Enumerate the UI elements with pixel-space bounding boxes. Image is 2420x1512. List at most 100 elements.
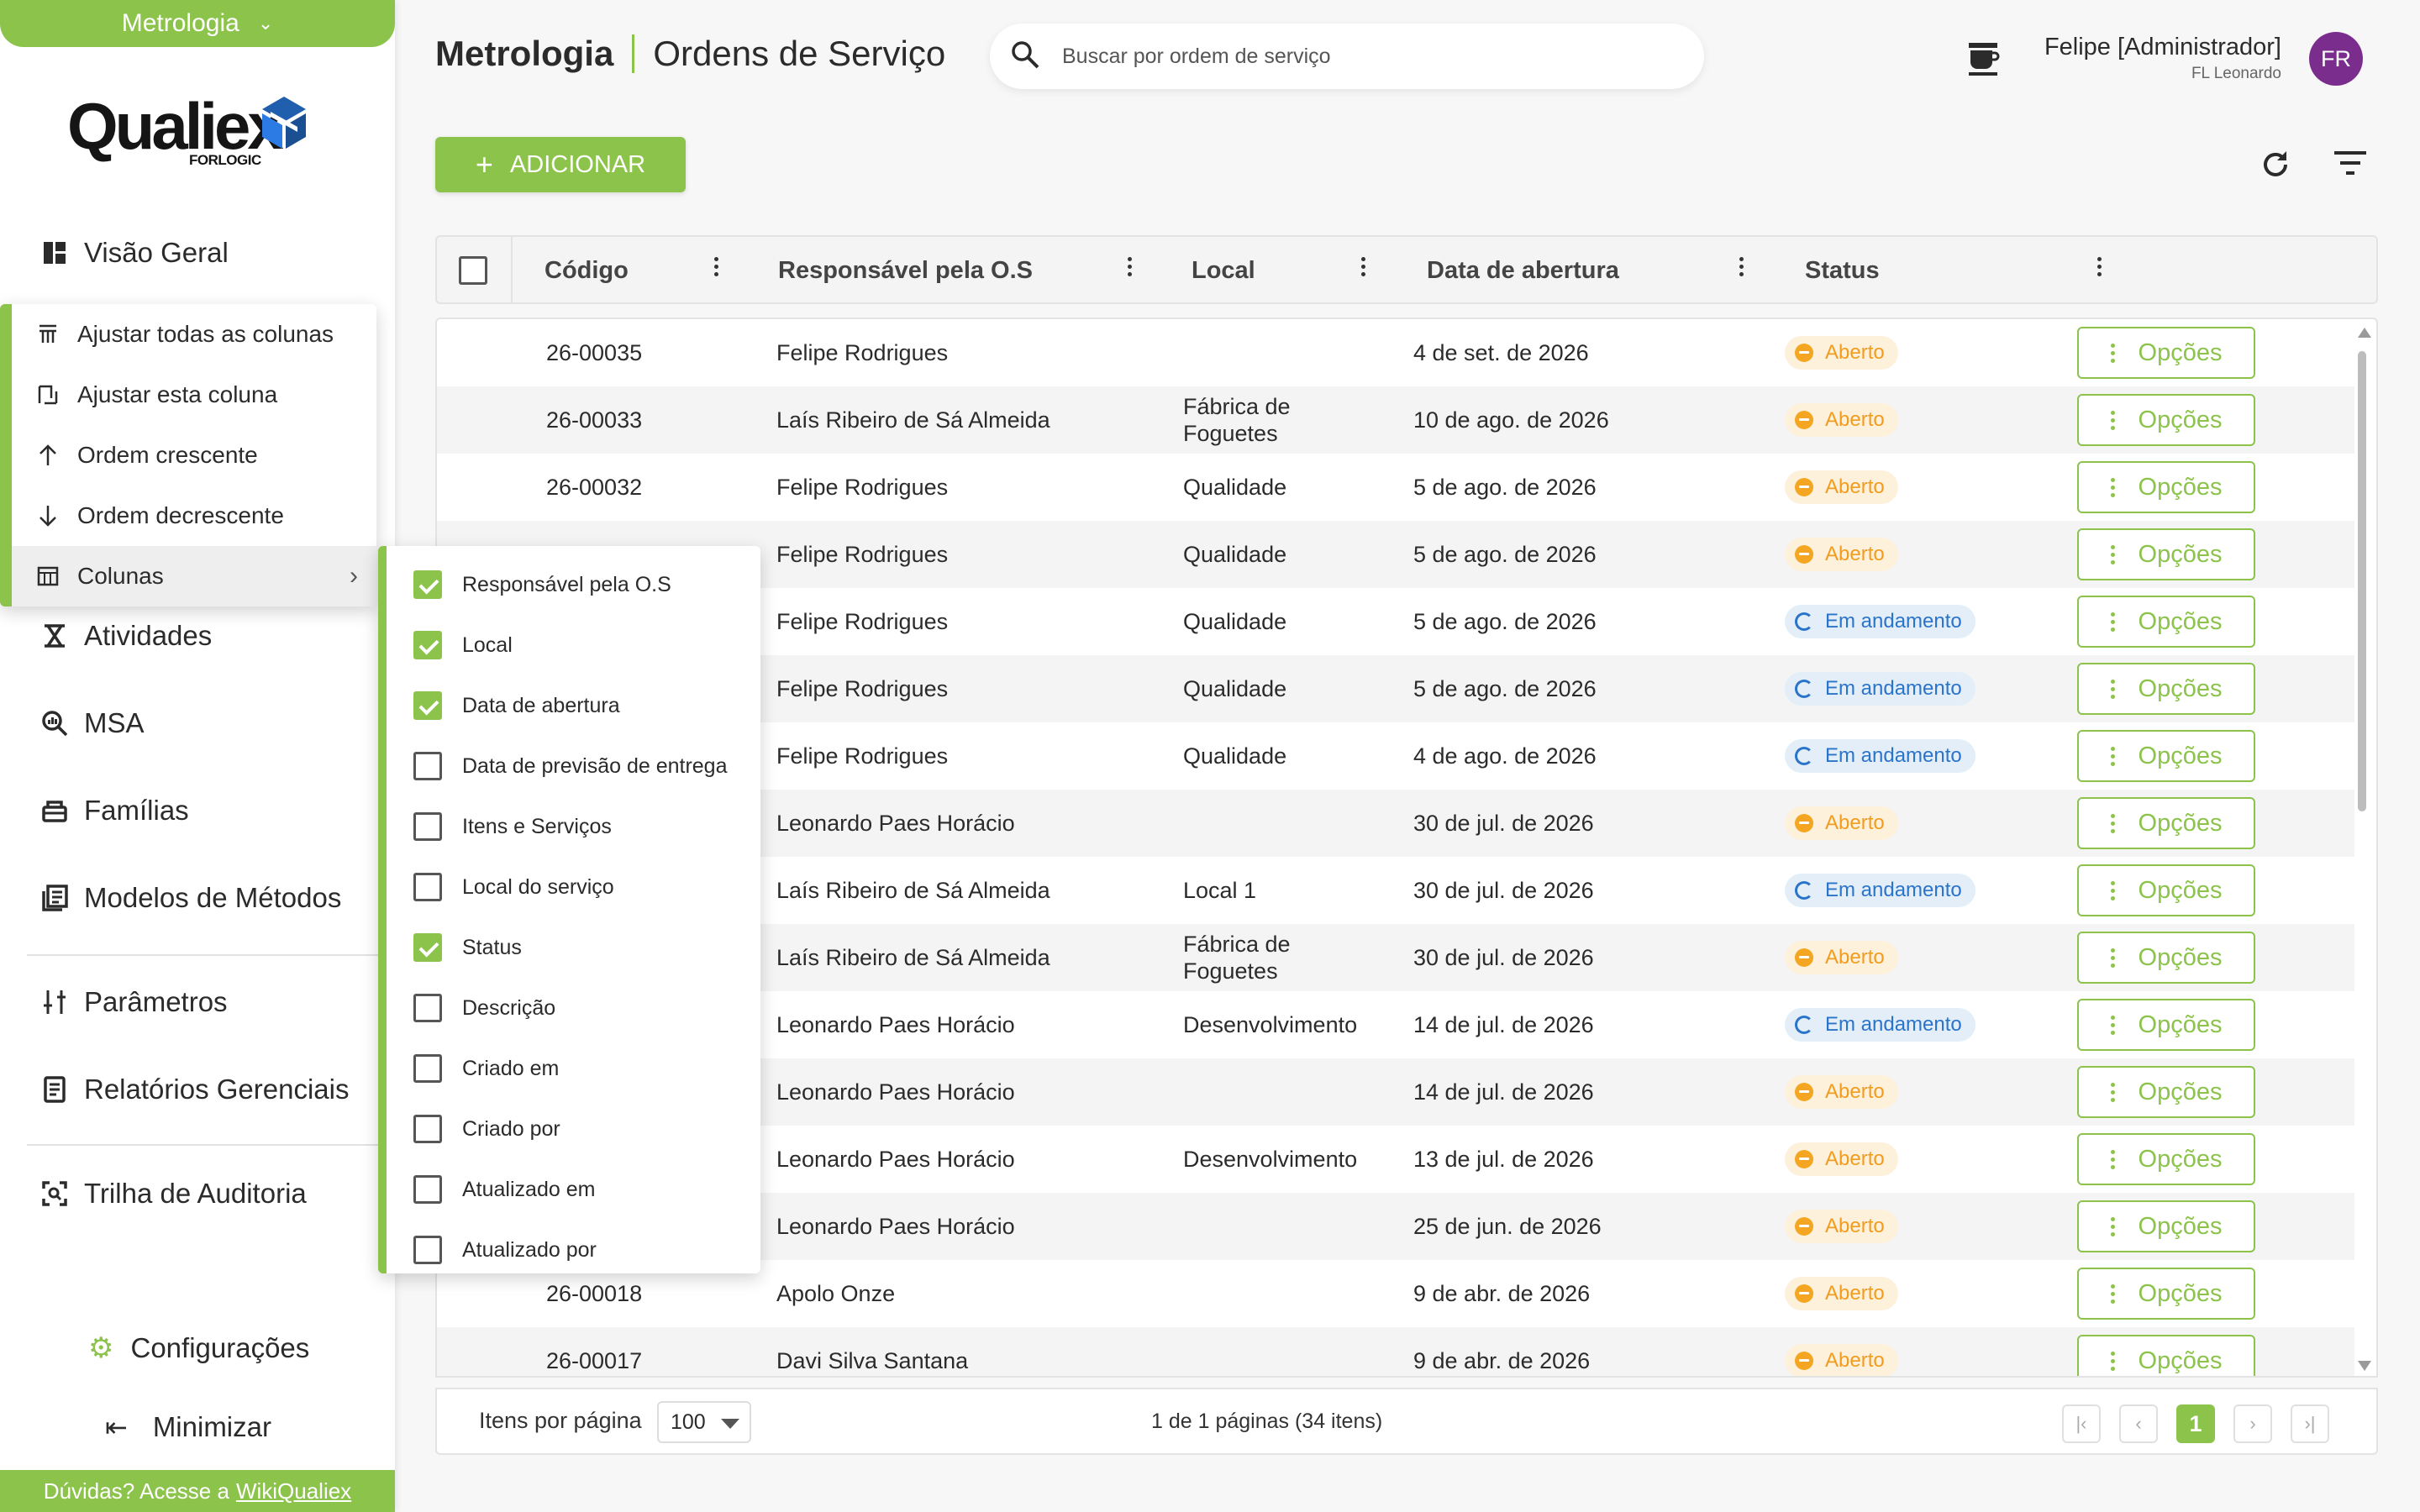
options-button[interactable]: Opções	[2077, 797, 2255, 849]
column-checkbox[interactable]	[413, 812, 442, 841]
column-header-codigo[interactable]: Código	[544, 237, 629, 304]
column-menu-icon[interactable]	[1361, 257, 1366, 280]
column-header-responsavel[interactable]: Responsável pela O.S	[778, 237, 1033, 304]
status-open-icon	[1795, 344, 1813, 362]
status-open-icon	[1795, 1150, 1813, 1168]
current-page-button[interactable]: 1	[2176, 1404, 2215, 1443]
column-checkbox[interactable]	[413, 873, 442, 901]
column-menu-icon[interactable]	[2097, 257, 2102, 280]
user-info[interactable]: Felipe [Administrador] FL Leonardo	[2044, 34, 2281, 83]
options-label: Opções	[2138, 1145, 2223, 1173]
options-button[interactable]: Opções	[2077, 1268, 2255, 1320]
column-header-data-abertura[interactable]: Data de abertura	[1427, 237, 1619, 304]
first-page-icon[interactable]: |‹	[2062, 1404, 2101, 1443]
nav-visao-geral[interactable]: Visão Geral	[40, 237, 229, 269]
options-button[interactable]: Opções	[2077, 932, 2255, 984]
column-checkbox[interactable]	[413, 1236, 442, 1264]
column-toggle-item[interactable]: Data de abertura	[387, 675, 760, 736]
column-menu-icon[interactable]	[1128, 257, 1133, 280]
avatar[interactable]: FR	[2309, 32, 2363, 86]
status-open-icon	[1795, 1352, 1813, 1370]
column-checkbox[interactable]	[413, 933, 442, 962]
column-checkbox[interactable]	[413, 631, 442, 659]
column-checkbox[interactable]	[413, 570, 442, 599]
table-row[interactable]: 26-00032 Felipe Rodrigues Qualidade 5 de ag…	[437, 454, 2354, 521]
settings-link[interactable]: ⚙ Configurações	[88, 1331, 309, 1365]
column-header-status[interactable]: Status	[1805, 237, 1880, 304]
filter-icon[interactable]	[2333, 148, 2368, 182]
nav-atividades[interactable]: Atividades	[40, 620, 212, 652]
menu-fit-all-columns[interactable]: Ajustar todas as colunas	[12, 304, 376, 365]
column-toggle-item[interactable]: Atualizado em	[387, 1159, 760, 1220]
next-page-icon[interactable]: ›	[2233, 1404, 2272, 1443]
column-toggle-item[interactable]: Local	[387, 615, 760, 675]
options-button[interactable]: Opções	[2077, 461, 2255, 513]
scroll-up-icon[interactable]	[2358, 328, 2371, 338]
menu-fit-column[interactable]: Ajustar esta coluna	[12, 365, 376, 425]
minimize-button[interactable]: ⇤ Minimizar	[105, 1411, 271, 1443]
refresh-icon[interactable]	[2259, 148, 2292, 186]
table-row[interactable]: 26-00035 Felipe Rodrigues 4 de set. de 202…	[437, 319, 2354, 386]
nav-modelos-de-metodos[interactable]: Modelos de Métodos	[40, 882, 341, 914]
column-toggle-item[interactable]: Responsável pela O.S	[387, 554, 760, 615]
options-button[interactable]: Opções	[2077, 730, 2255, 782]
search-input[interactable]	[1062, 44, 1650, 69]
options-button[interactable]: Opções	[2077, 394, 2255, 446]
nav-msa[interactable]: MSA	[40, 707, 145, 739]
audit-trail-icon	[40, 1179, 69, 1208]
options-button[interactable]: Opções	[2077, 1066, 2255, 1118]
column-checkbox[interactable]	[413, 691, 442, 720]
column-toggle-item[interactable]: Data de previsão de entrega	[387, 736, 760, 796]
column-checkbox[interactable]	[413, 1054, 442, 1083]
menu-columns[interactable]: Colunas ›	[12, 546, 376, 606]
options-button[interactable]: Opções	[2077, 1133, 2255, 1185]
column-checkbox[interactable]	[413, 1115, 442, 1143]
column-menu-icon[interactable]	[1739, 257, 1744, 280]
module-title: Metrologia	[435, 34, 614, 73]
options-button[interactable]: Opções	[2077, 1335, 2255, 1376]
wiki-link[interactable]: WikiQualiex	[236, 1478, 351, 1504]
items-per-page-select[interactable]: 100	[657, 1401, 751, 1443]
nav-parametros[interactable]: Parâmetros	[40, 986, 228, 1018]
menu-sort-ascending[interactable]: Ordem crescente	[12, 425, 376, 486]
options-label: Opções	[2138, 876, 2223, 904]
options-button[interactable]: Opções	[2077, 864, 2255, 916]
nav-familias[interactable]: Famílias	[40, 795, 189, 827]
select-all-checkbox[interactable]	[459, 237, 487, 304]
module-selector[interactable]: Metrologia ⌄	[0, 0, 395, 47]
options-button[interactable]: Opções	[2077, 528, 2255, 580]
menu-sort-descending[interactable]: Ordem decrescente	[12, 486, 376, 546]
column-menu-icon[interactable]	[714, 257, 719, 280]
coffee-cup-icon[interactable]	[1966, 40, 2000, 81]
prev-page-icon[interactable]: ‹	[2119, 1404, 2158, 1443]
column-toggle-item[interactable]: Criado em	[387, 1038, 760, 1099]
status-badge: Aberto	[1785, 336, 1898, 370]
add-button[interactable]: + ADICIONAR	[435, 137, 686, 192]
column-toggle-item[interactable]: Itens e Serviços	[387, 796, 760, 857]
column-toggle-item[interactable]: Criado por	[387, 1099, 760, 1159]
column-toggle-item[interactable]: Status	[387, 917, 760, 978]
column-toggle-item[interactable]: Descrição	[387, 978, 760, 1038]
nav-relatorios-gerenciais[interactable]: Relatórios Gerenciais	[40, 1074, 349, 1105]
options-button[interactable]: Opções	[2077, 999, 2255, 1051]
nav-trilha-de-auditoria[interactable]: Trilha de Auditoria	[40, 1178, 307, 1210]
cell-responsavel: Laís Ribeiro de Sá Almeida	[776, 944, 1050, 970]
last-page-icon[interactable]: ›|	[2291, 1404, 2329, 1443]
options-button[interactable]: Opções	[2077, 1200, 2255, 1252]
options-button[interactable]: Opções	[2077, 327, 2255, 379]
table-row[interactable]: 26-00033 Laís Ribeiro de Sá Almeida Fábric…	[437, 386, 2354, 454]
fit-column-icon	[35, 384, 60, 406]
column-checkbox[interactable]	[413, 1175, 442, 1204]
scrollbar-thumb[interactable]	[2358, 351, 2366, 811]
options-button[interactable]: Opções	[2077, 596, 2255, 648]
cell-data-abertura: 5 de ago. de 2026	[1413, 474, 1597, 500]
table-row[interactable]: 26-00017 Davi Silva Santana 9 de abr. de 2…	[437, 1327, 2354, 1376]
column-checkbox[interactable]	[413, 994, 442, 1022]
column-toggle-item[interactable]: Local do serviço	[387, 857, 760, 917]
column-toggle-item[interactable]: Atualizado por	[387, 1220, 760, 1280]
column-checkbox[interactable]	[413, 752, 442, 780]
options-button[interactable]: Opções	[2077, 663, 2255, 715]
column-header-local[interactable]: Local	[1192, 237, 1255, 304]
help-text: Dúvidas? Acesse a	[43, 1478, 229, 1504]
scroll-down-icon[interactable]	[2358, 1361, 2371, 1371]
